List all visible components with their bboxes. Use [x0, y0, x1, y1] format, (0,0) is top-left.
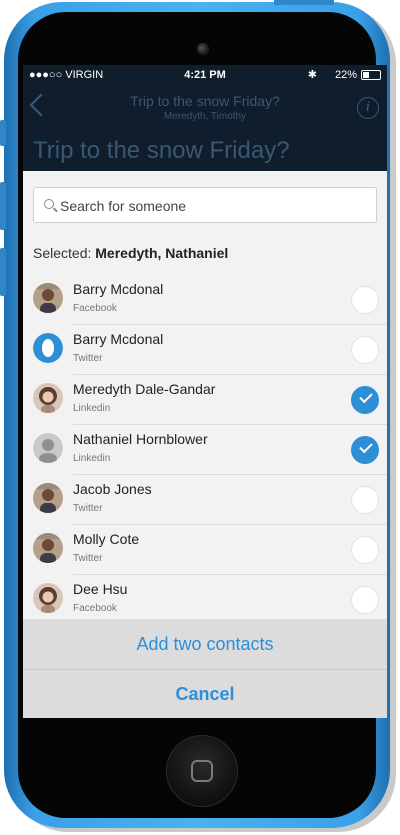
contact-source: Twitter — [73, 503, 103, 514]
contact-row[interactable]: Nathaniel Hornblower Linkedin — [23, 425, 387, 475]
select-checkbox[interactable] — [351, 486, 379, 514]
avatar — [33, 533, 63, 563]
front-camera — [197, 43, 209, 55]
screen: ●●●○○ VIRGIN 4:21 PM ✱ 22% Trip to the s… — [23, 65, 387, 718]
nav-title: Trip to the snow Friday? — [130, 93, 280, 109]
avatar — [33, 433, 63, 463]
volume-down-button — [0, 248, 6, 296]
volume-up-button — [0, 182, 6, 230]
checkmark-icon — [359, 389, 373, 404]
selected-names: Meredyth, Nathaniel — [95, 245, 229, 261]
contact-picker-sheet: Search for someone Selected: Meredyth, N… — [23, 171, 387, 718]
contact-source: Facebook — [73, 303, 117, 314]
selected-summary: Selected: Meredyth, Nathaniel — [33, 245, 228, 261]
nav-bar: Trip to the snow Friday? Meredyth, Timot… — [23, 85, 387, 131]
contact-row[interactable]: Molly Cote Twitter — [23, 525, 387, 575]
contact-source: Twitter — [73, 553, 103, 564]
nav-subtitle: Meredyth, Timothy — [163, 111, 247, 122]
contact-source: Facebook — [73, 603, 117, 614]
contact-row[interactable]: Barry Mcdonal Twitter — [23, 325, 387, 375]
status-bar: ●●●○○ VIRGIN 4:21 PM ✱ 22% — [23, 65, 387, 85]
search-input[interactable]: Search for someone — [33, 187, 377, 223]
select-checkbox[interactable] — [351, 286, 379, 314]
contact-name: Barry Mcdonal — [73, 331, 164, 347]
contact-name: Molly Cote — [73, 531, 140, 547]
cancel-button[interactable]: Cancel — [23, 670, 387, 718]
contact-source: Linkedin — [73, 453, 111, 464]
add-contacts-button[interactable]: Add two contacts — [23, 619, 387, 669]
avatar — [33, 333, 63, 363]
select-checkbox[interactable] — [351, 336, 379, 364]
battery-icon — [361, 70, 381, 80]
info-icon[interactable]: i — [357, 97, 379, 119]
avatar — [33, 283, 63, 313]
contact-row[interactable]: Jacob Jones Twitter — [23, 475, 387, 525]
contact-source: Twitter — [73, 353, 103, 364]
selected-label: Selected: — [33, 245, 92, 261]
contact-name: Meredyth Dale-Gandar — [73, 381, 216, 397]
contact-name: Jacob Jones — [73, 481, 152, 497]
select-checkbox[interactable] — [351, 386, 379, 414]
search-icon — [44, 199, 54, 209]
contact-name: Barry Mcdonal — [73, 281, 164, 297]
bluetooth-icon: ✱ — [307, 69, 317, 81]
power-button — [274, 0, 334, 5]
avatar — [33, 383, 63, 413]
contact-name: Nathaniel Hornblower — [73, 431, 208, 447]
conversation-title: Trip to the snow Friday? — [33, 137, 290, 164]
contact-source: Linkedin — [73, 403, 111, 414]
mute-switch — [0, 120, 6, 146]
status-time: 4:21 PM — [184, 69, 226, 81]
avatar — [33, 583, 63, 613]
select-checkbox[interactable] — [351, 586, 379, 614]
battery-percent: 22% — [334, 69, 357, 81]
contact-row[interactable]: Barry Mcdonal Facebook — [23, 275, 387, 325]
contact-row[interactable]: Meredyth Dale-Gandar Linkedin — [23, 375, 387, 425]
home-square-icon — [191, 760, 213, 782]
home-button[interactable] — [166, 735, 238, 807]
avatar — [33, 483, 63, 513]
checkmark-icon — [359, 439, 373, 454]
contact-name: Dee Hsu — [73, 581, 128, 597]
contact-row[interactable]: Dee Hsu Facebook — [23, 575, 387, 625]
search-placeholder: Search for someone — [60, 198, 187, 214]
select-checkbox[interactable] — [351, 436, 379, 464]
select-checkbox[interactable] — [351, 536, 379, 564]
